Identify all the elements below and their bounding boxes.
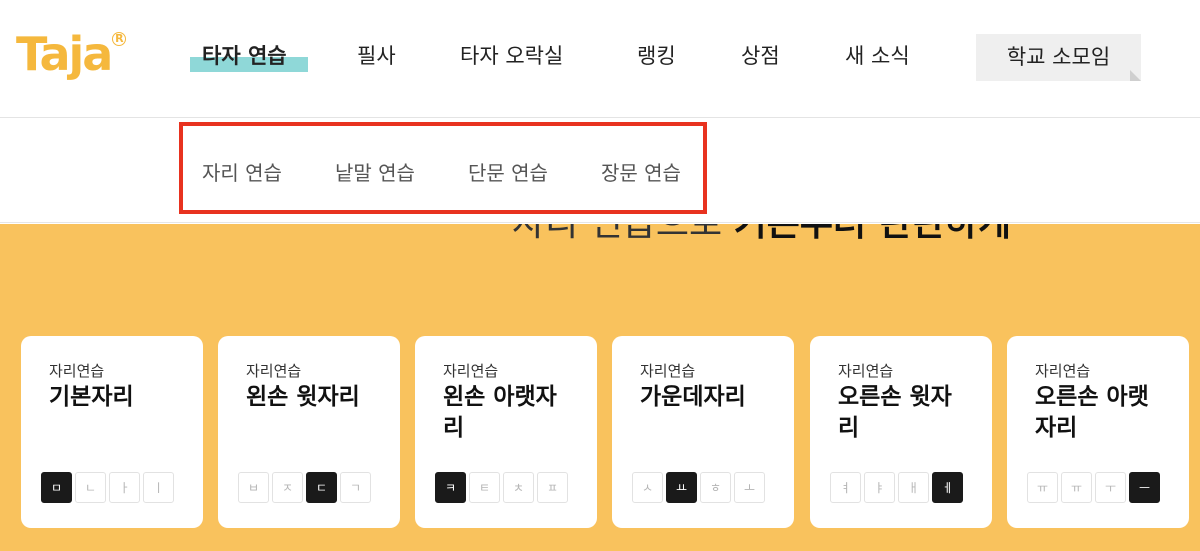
card-category: 자리연습 xyxy=(640,362,696,380)
key-active: ㅔ xyxy=(932,472,963,503)
practice-card[interactable]: 자리연습기본자리 ㅁㄴㅏㅣ xyxy=(21,336,203,528)
key: ㅊ xyxy=(503,472,534,503)
card-title: 왼손 윗자리 xyxy=(246,384,360,410)
nav-item-ranking[interactable]: 랭킹 xyxy=(637,36,676,76)
card-category: 자리연습 xyxy=(246,362,302,380)
practice-card[interactable]: 자리연습왼손 윗자리 ㅂㅈㄷㄱ xyxy=(218,336,400,528)
logo-text: Taja xyxy=(16,27,113,81)
key-group: ㅋㅌㅊㅍ xyxy=(435,472,571,503)
key-active: ㅡ xyxy=(1129,472,1160,503)
key: ㄱ xyxy=(340,472,371,503)
card-category: 자리연습 xyxy=(443,362,499,380)
registered-icon: R xyxy=(112,32,127,46)
nav-item-typing-practice[interactable]: 타자 연습 xyxy=(202,36,287,76)
school-group-button[interactable]: 학교 소모임 xyxy=(976,34,1141,81)
card-title: 왼손 아랫자리 xyxy=(443,384,557,441)
card-category: 자리연습 xyxy=(1035,362,1091,380)
key: ㅠ xyxy=(1027,472,1058,503)
highlight-frame xyxy=(179,122,707,214)
card-title: 기본자리 xyxy=(49,384,134,410)
key: ㅑ xyxy=(864,472,895,503)
key-active: ㅛ xyxy=(666,472,697,503)
key: ㅅ xyxy=(632,472,663,503)
key: ㅈ xyxy=(272,472,303,503)
key-active: ㅋ xyxy=(435,472,466,503)
header: Taja R 타자 연습 필사 타자 오락실 랭킹 상점 새 소식 학교 소모임 xyxy=(0,0,1200,118)
key: ㅠ xyxy=(1061,472,1092,503)
card-title: 오른손 아랫자리 xyxy=(1035,384,1149,441)
key: ㅜ xyxy=(1095,472,1126,503)
nav-item-transcription[interactable]: 필사 xyxy=(357,36,396,76)
nav-item-news[interactable]: 새 소식 xyxy=(845,36,910,76)
key-group: ㅕㅑㅐㅔ xyxy=(830,472,966,503)
key-active: ㄷ xyxy=(306,472,337,503)
hero-title-bold: 기본부터 탄탄하게 xyxy=(734,224,1012,244)
card-title: 오른손 윗자리 xyxy=(838,384,952,441)
card-title: 가운데자리 xyxy=(640,384,746,410)
hero-section: 자리 연습으로 기본부터 탄탄하게 자리연습기본자리 ㅁㄴㅏㅣ 자리연습왼손 윗자리… xyxy=(0,224,1200,551)
key-group: ㅠㅠㅜㅡ xyxy=(1027,472,1163,503)
hero-title: 자리 연습으로 기본부터 탄탄하게 xyxy=(512,224,1011,246)
key: ㅍ xyxy=(537,472,568,503)
key: ㅌ xyxy=(469,472,500,503)
practice-card[interactable]: 자리연습왼손 아랫자리 ㅋㅌㅊㅍ xyxy=(415,336,597,528)
key: ㅂ xyxy=(238,472,269,503)
key: ㅕ xyxy=(830,472,861,503)
practice-card[interactable]: 자리연습가운데자리 ㅅㅛㅎㅗ xyxy=(612,336,794,528)
key: ㅎ xyxy=(700,472,731,503)
key: ㅏ xyxy=(109,472,140,503)
corner-fold-icon xyxy=(1130,70,1141,81)
key-group: ㅅㅛㅎㅗ xyxy=(632,472,768,503)
key-group: ㅁㄴㅏㅣ xyxy=(41,472,177,503)
key-active: ㅁ xyxy=(41,472,72,503)
card-category: 자리연습 xyxy=(838,362,894,380)
key: ㅣ xyxy=(143,472,174,503)
practice-card[interactable]: 자리연습오른손 윗자리 ㅕㅑㅐㅔ xyxy=(810,336,992,528)
key-group: ㅂㅈㄷㄱ xyxy=(238,472,374,503)
logo[interactable]: Taja R xyxy=(16,26,127,82)
hero-title-light: 자리 연습으로 xyxy=(512,224,734,244)
key: ㅐ xyxy=(898,472,929,503)
card-category: 자리연습 xyxy=(49,362,105,380)
practice-card[interactable]: 자리연습 오른손 아랫자리 ㅠㅠㅜㅡ xyxy=(1007,336,1189,528)
nav-item-arcade[interactable]: 타자 오락실 xyxy=(460,36,563,76)
school-group-label: 학교 소모임 xyxy=(1006,45,1111,69)
key: ㄴ xyxy=(75,472,106,503)
nav-item-shop[interactable]: 상점 xyxy=(741,36,780,76)
key: ㅗ xyxy=(734,472,765,503)
